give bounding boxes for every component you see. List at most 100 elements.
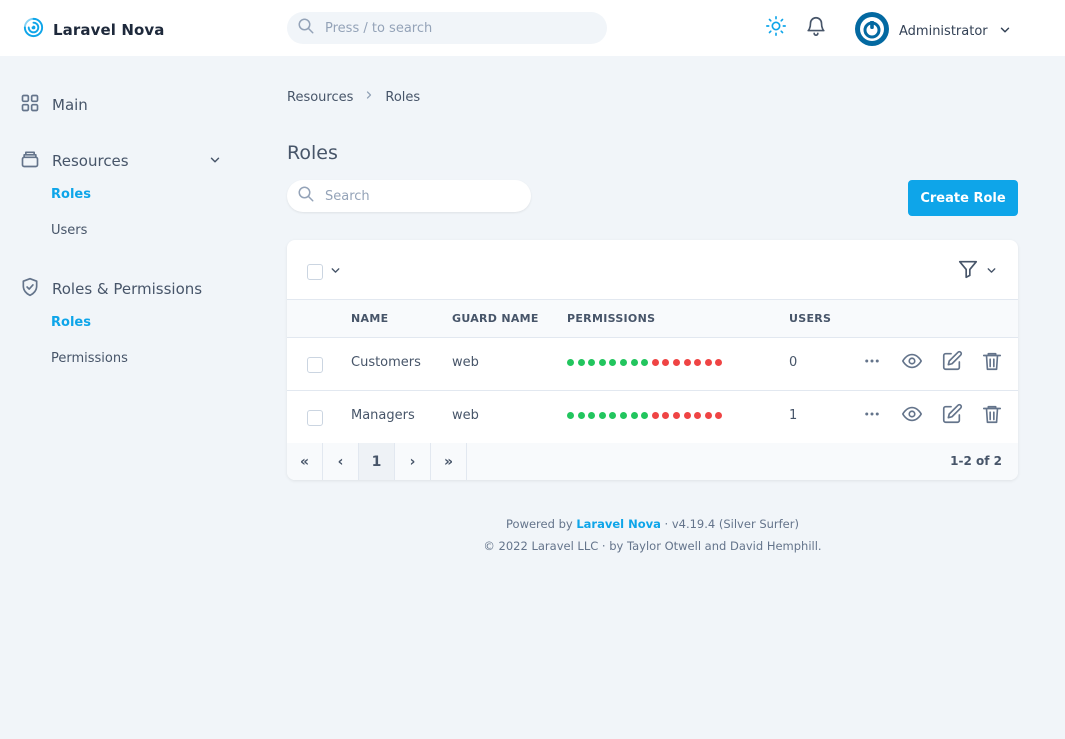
notifications-button[interactable] bbox=[805, 17, 827, 39]
permission-denied-dot bbox=[694, 412, 702, 419]
edit-button[interactable] bbox=[941, 350, 963, 376]
row-actions bbox=[861, 403, 1003, 429]
view-button[interactable] bbox=[901, 405, 923, 427]
permission-denied-dot bbox=[683, 412, 691, 419]
chevron-down-icon bbox=[985, 262, 998, 281]
first-page-button[interactable]: « bbox=[287, 443, 323, 480]
resource-search[interactable] bbox=[287, 180, 531, 212]
pagination-count: 1-2 of 2 bbox=[950, 454, 1002, 468]
table-toolbar bbox=[287, 240, 1018, 300]
bell-icon bbox=[805, 15, 827, 41]
column-header-guard-name[interactable]: GUARD NAME bbox=[452, 312, 539, 325]
footer: Powered by Laravel Nova · v4.19.4 (Silve… bbox=[287, 513, 1018, 557]
global-search-input[interactable] bbox=[325, 20, 585, 36]
sidebar-section-roles-permissions[interactable]: Roles & Permissions bbox=[20, 277, 202, 301]
filter-button[interactable] bbox=[957, 258, 998, 284]
users-count: 0 bbox=[789, 355, 798, 370]
filter-icon bbox=[957, 258, 979, 284]
more-actions-button[interactable] bbox=[861, 405, 883, 427]
delete-button[interactable] bbox=[981, 352, 1003, 374]
eye-icon bbox=[901, 350, 923, 376]
sidebar-item-main[interactable]: Main bbox=[20, 93, 88, 117]
prev-page-button[interactable]: ‹ bbox=[323, 443, 359, 480]
sidebar-section-resources[interactable]: Resources bbox=[20, 149, 222, 173]
nova-logo-icon bbox=[22, 16, 45, 43]
permission-granted-dot bbox=[567, 359, 574, 366]
footer-nova-link[interactable]: Laravel Nova bbox=[576, 517, 661, 531]
view-button[interactable] bbox=[901, 352, 923, 374]
row-checkbox[interactable] bbox=[307, 357, 323, 373]
permissions-indicator bbox=[567, 412, 723, 419]
table-row[interactable]: Managers web 1 bbox=[287, 391, 1018, 444]
chevron-down-icon bbox=[208, 152, 222, 171]
breadcrumb: Resources Roles bbox=[287, 89, 420, 105]
role-name: Customers bbox=[351, 355, 421, 370]
permission-granted-dot bbox=[577, 359, 585, 366]
ellipsis-icon bbox=[863, 405, 881, 427]
sun-icon bbox=[765, 15, 787, 41]
permission-denied-dot bbox=[672, 359, 680, 366]
sidebar-item-roles[interactable]: Roles bbox=[51, 187, 91, 202]
user-name: Administrator bbox=[899, 23, 988, 39]
permission-denied-dot bbox=[662, 359, 670, 366]
permission-denied-dot bbox=[662, 412, 670, 419]
edit-icon bbox=[941, 350, 963, 376]
delete-button[interactable] bbox=[981, 405, 1003, 427]
archive-icon bbox=[20, 149, 40, 173]
trash-icon bbox=[981, 403, 1003, 429]
chevron-down-icon bbox=[329, 262, 342, 281]
select-all-checkbox[interactable] bbox=[307, 263, 323, 280]
table-row[interactable]: Customers web 0 bbox=[287, 338, 1018, 391]
top-bar: Laravel Nova Press / to search Administr… bbox=[0, 0, 1065, 56]
edit-icon bbox=[941, 403, 963, 429]
sidebar-item-users[interactable]: Users bbox=[51, 223, 87, 238]
column-header-name[interactable]: NAME bbox=[351, 312, 388, 325]
more-actions-button[interactable] bbox=[861, 352, 883, 374]
permission-granted-dot bbox=[641, 412, 649, 419]
permission-granted-dot bbox=[619, 359, 627, 366]
guard-name: web bbox=[452, 408, 479, 423]
edit-button[interactable] bbox=[941, 403, 963, 429]
users-count: 1 bbox=[789, 408, 798, 423]
role-name: Managers bbox=[351, 408, 415, 423]
select-all-dropdown[interactable] bbox=[307, 262, 342, 281]
sidebar-item-permissions[interactable]: Permissions bbox=[51, 351, 128, 366]
sidebar-section-label: Resources bbox=[52, 152, 129, 170]
permission-denied-dot bbox=[704, 412, 712, 419]
footer-copyright: © 2022 Laravel LLC · by Taylor Otwell an… bbox=[483, 539, 822, 553]
permission-denied-dot bbox=[651, 359, 659, 366]
permission-granted-dot bbox=[609, 359, 617, 366]
permissions-indicator bbox=[567, 359, 723, 366]
create-role-button[interactable]: Create Role bbox=[908, 180, 1018, 216]
permission-granted-dot bbox=[598, 412, 606, 419]
page-1-button[interactable]: 1 bbox=[359, 443, 395, 480]
footer-powered-prefix: Powered by bbox=[506, 517, 573, 531]
avatar bbox=[855, 12, 889, 50]
brand-logo[interactable]: Laravel Nova bbox=[22, 16, 164, 43]
permission-denied-dot bbox=[683, 359, 691, 366]
sidebar-item-roles-permissions-roles[interactable]: Roles bbox=[51, 315, 91, 330]
row-actions bbox=[861, 350, 1003, 376]
permission-granted-dot bbox=[630, 359, 638, 366]
trash-icon bbox=[981, 350, 1003, 376]
row-checkbox[interactable] bbox=[307, 410, 323, 426]
permission-denied-dot bbox=[715, 412, 723, 419]
chevron-down-icon bbox=[998, 22, 1012, 41]
user-menu[interactable]: Administrator bbox=[855, 12, 1012, 50]
global-search[interactable] bbox=[287, 12, 607, 44]
theme-toggle-button[interactable] bbox=[765, 15, 787, 41]
last-page-button[interactable]: » bbox=[431, 443, 467, 480]
resource-search-input[interactable] bbox=[325, 188, 505, 204]
chevron-right-icon bbox=[363, 89, 375, 105]
column-header-users[interactable]: USERS bbox=[789, 312, 831, 325]
permission-granted-dot bbox=[577, 412, 585, 419]
permission-granted-dot bbox=[641, 359, 649, 366]
breadcrumb-resources[interactable]: Resources bbox=[287, 90, 353, 105]
grid-icon bbox=[20, 93, 40, 117]
brand-name: Laravel Nova bbox=[53, 20, 165, 39]
roles-table-card: NAME GUARD NAME PERMISSIONS USERS Custom… bbox=[287, 240, 1018, 480]
sidebar-section-label: Roles & Permissions bbox=[52, 280, 203, 298]
column-header-permissions[interactable]: PERMISSIONS bbox=[567, 312, 655, 325]
permission-granted-dot bbox=[598, 359, 606, 366]
next-page-button[interactable]: › bbox=[395, 443, 431, 480]
